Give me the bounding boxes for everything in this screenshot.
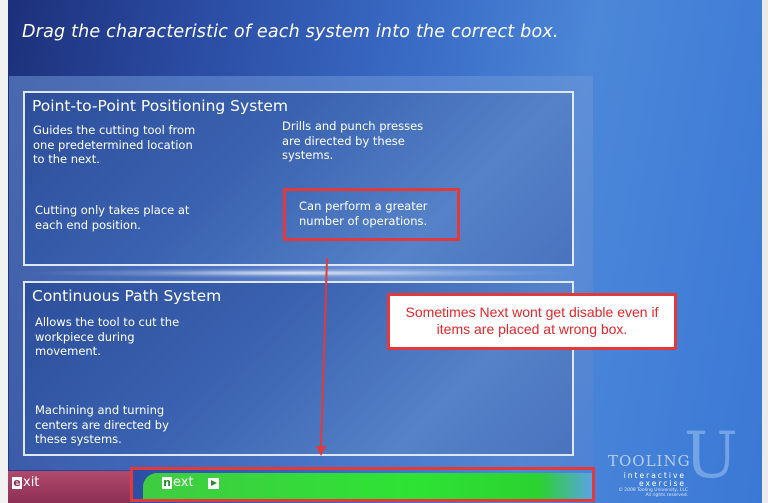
draggable-item[interactable]: Cutting only takes place at each end pos… xyxy=(35,203,205,232)
logo-line2: exercise xyxy=(639,479,686,488)
draggable-item[interactable]: Allows the tool to cut the workpiece dur… xyxy=(35,315,185,359)
exit-cap: e xyxy=(12,476,22,489)
next-label: ext xyxy=(173,475,194,490)
annotation-callout: Sometimes Next wont get disable even if … xyxy=(387,293,677,350)
divider-glow xyxy=(23,268,574,278)
highlight-box xyxy=(283,188,460,241)
instruction-title: Drag the characteristic of each system i… xyxy=(22,22,559,42)
exit-button[interactable]: e xit xyxy=(12,475,39,490)
logo-copyright: © 2008 Tooling University, LLC All right… xyxy=(618,488,688,498)
logo-tagline: interactive exercise xyxy=(612,472,686,488)
logo-tooling: TOOLING xyxy=(608,452,691,470)
draggable-item[interactable]: Guides the cutting tool from one predete… xyxy=(33,123,203,167)
highlight-box xyxy=(130,467,595,502)
draggable-item[interactable]: Drills and punch presses are directed by… xyxy=(282,119,442,163)
play-icon[interactable] xyxy=(208,478,219,489)
logo-u: U xyxy=(684,419,738,493)
exit-label: xit xyxy=(23,475,40,490)
next-cap: n xyxy=(162,476,172,489)
drop-box-title: Point-to-Point Positioning System xyxy=(32,97,288,115)
drop-box-title: Continuous Path System xyxy=(32,287,222,305)
next-button[interactable]: n ext xyxy=(162,475,194,490)
draggable-item[interactable]: Machining and turning centers are direct… xyxy=(35,403,195,447)
